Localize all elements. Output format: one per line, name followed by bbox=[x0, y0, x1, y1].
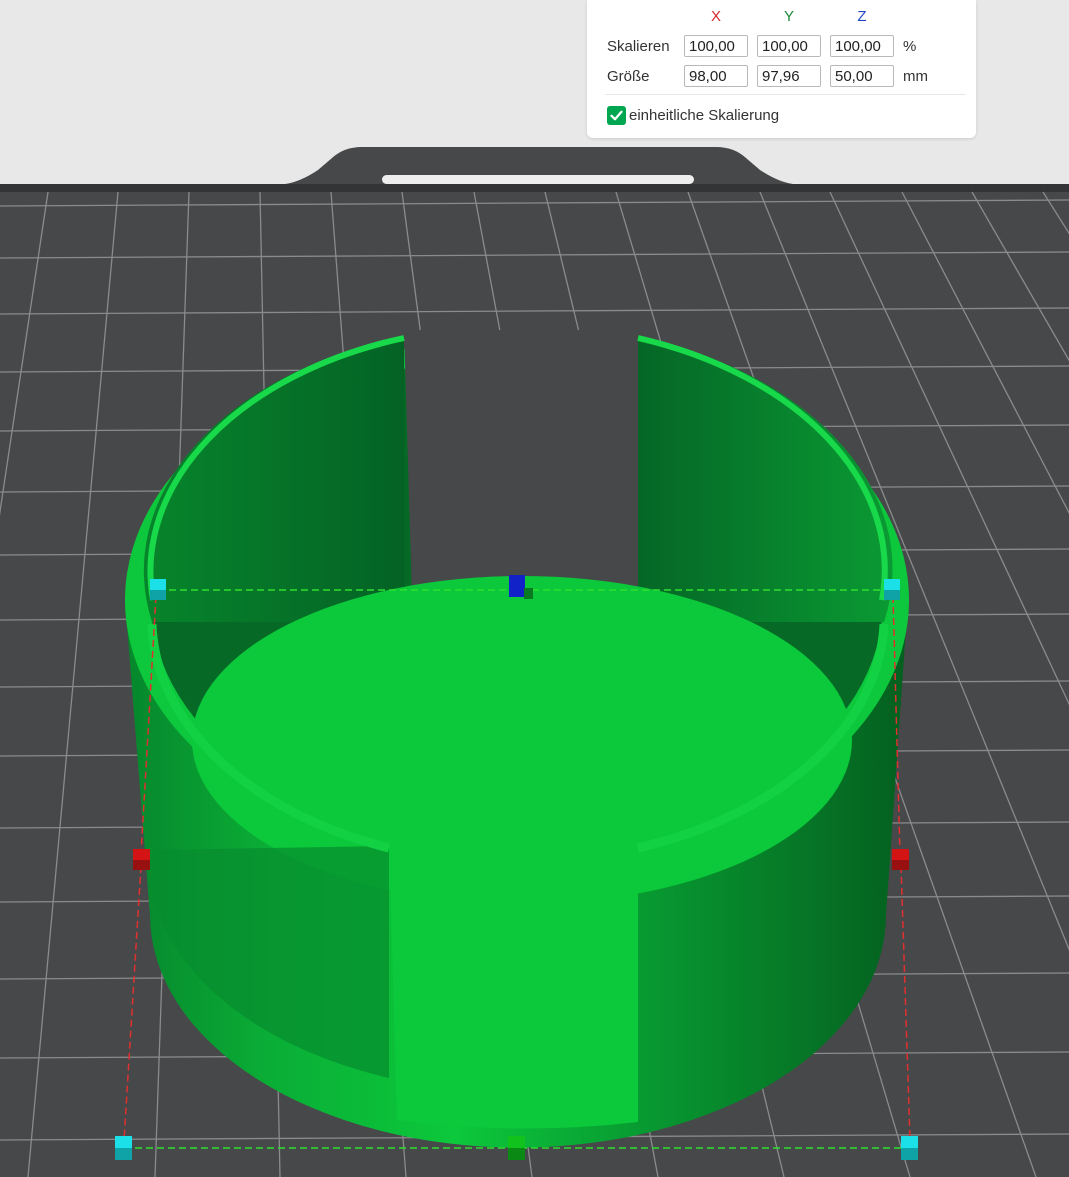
size-z-input[interactable] bbox=[830, 65, 894, 87]
handle-mid-left-shade bbox=[133, 860, 150, 870]
scale-z-input[interactable] bbox=[830, 35, 894, 57]
cup-front-gap-panel bbox=[389, 842, 638, 1129]
handle-corner-top-left-shade bbox=[150, 590, 166, 600]
size-row-label: Größe bbox=[607, 68, 650, 85]
handle-corner-bottom-right-shade bbox=[901, 1148, 918, 1160]
build-plate-rim bbox=[0, 184, 1069, 192]
scale-y-input[interactable] bbox=[757, 35, 821, 57]
size-unit: mm bbox=[903, 68, 928, 85]
handle-corner-bottom-left-shade bbox=[115, 1148, 132, 1160]
cup-top-gap bbox=[404, 330, 638, 598]
3d-viewport[interactable] bbox=[0, 0, 1069, 1177]
axis-header-y: Y bbox=[783, 8, 794, 25]
handle-top-center-shade bbox=[524, 588, 533, 599]
handle-corner-bottom-left[interactable] bbox=[115, 1136, 132, 1150]
build-plate-handle-slot bbox=[382, 175, 694, 184]
model-cup[interactable] bbox=[125, 330, 909, 1148]
handle-bottom-center-shade bbox=[508, 1148, 525, 1160]
scale-x-input[interactable] bbox=[684, 35, 748, 57]
handle-mid-right-shade bbox=[892, 860, 909, 870]
handle-corner-top-right-shade bbox=[884, 590, 900, 600]
handle-bottom-center[interactable] bbox=[508, 1136, 525, 1149]
scale-panel: X Y Z Skalieren % Größe mm einheitliche … bbox=[587, 0, 976, 138]
size-y-input[interactable] bbox=[757, 65, 821, 87]
uniform-scaling-checkbox[interactable] bbox=[607, 106, 626, 125]
handle-top-center[interactable] bbox=[509, 575, 525, 597]
scale-unit: % bbox=[903, 38, 917, 55]
scale-row-label: Skalieren bbox=[607, 38, 670, 55]
size-x-input[interactable] bbox=[684, 65, 748, 87]
axis-header-z: Z bbox=[857, 8, 867, 25]
axis-header-x: X bbox=[710, 8, 721, 25]
panel-divider bbox=[605, 94, 966, 95]
uniform-scaling-label[interactable]: einheitliche Skalierung bbox=[629, 107, 779, 124]
handle-corner-bottom-right[interactable] bbox=[901, 1136, 918, 1150]
check-icon bbox=[610, 110, 623, 121]
